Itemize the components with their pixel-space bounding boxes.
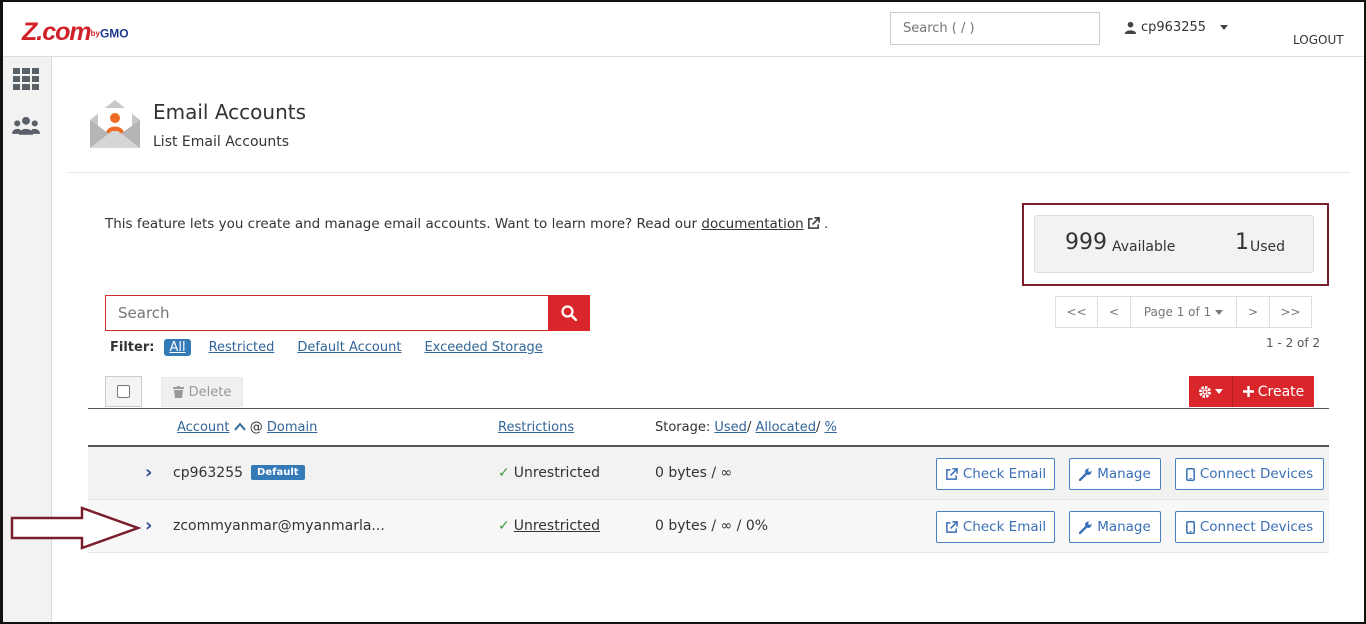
used-count: 1 (1235, 230, 1249, 255)
annotation-arrow-icon (10, 506, 142, 550)
sort-allocated-link[interactable]: Allocated (755, 420, 816, 435)
manage-button[interactable]: Manage (1069, 458, 1161, 490)
mobile-icon (1185, 467, 1195, 481)
column-header-storage: Storage: Used/ Allocated/ % (655, 420, 837, 435)
table-row: › zcommyanmar@myanmarla... ✓ Unrestricted… (88, 500, 1329, 553)
last-page-button[interactable]: >> (1269, 296, 1312, 328)
global-search-input[interactable] (890, 12, 1100, 45)
available-label: Available (1112, 239, 1176, 255)
check-email-button[interactable]: Check Email (936, 458, 1055, 490)
restriction-link[interactable]: Unrestricted (514, 518, 600, 534)
sort-up-icon[interactable] (233, 422, 246, 431)
page-subtitle: List Email Accounts (153, 134, 290, 150)
prev-page-button[interactable]: < (1097, 296, 1131, 328)
sort-restrictions-link[interactable]: Restrictions (498, 420, 574, 435)
email-accounts-icon (88, 98, 142, 150)
user-menu[interactable]: cp963255 (1124, 20, 1229, 35)
external-link-icon (945, 467, 958, 480)
expand-row-chevron-icon[interactable]: › (145, 462, 152, 483)
checkmark-icon: ✓ (498, 518, 510, 534)
column-header-account: Account @ Domain (177, 420, 318, 435)
storage-cell: 0 bytes / ∞ (655, 465, 733, 481)
page-select[interactable]: Page 1 of 1 (1130, 296, 1237, 328)
username-label: cp963255 (1141, 20, 1207, 35)
connect-devices-button[interactable]: Connect Devices (1175, 458, 1324, 490)
filter-restricted[interactable]: Restricted (209, 340, 275, 355)
sort-account-link[interactable]: Account (177, 420, 230, 435)
connect-devices-button[interactable]: Connect Devices (1175, 511, 1324, 543)
top-bar: Z.combyGMO cp963255 LOGOUT (0, 0, 1366, 57)
result-range: 1 - 2 of 2 (1266, 336, 1321, 350)
user-icon (1124, 21, 1137, 34)
column-header-restrictions: Restrictions (498, 420, 574, 435)
trash-icon (172, 386, 184, 398)
account-cell: cp963255 Default (173, 465, 305, 481)
brand-logo[interactable]: Z.combyGMO (22, 18, 129, 47)
gear-icon (1199, 385, 1211, 398)
checkbox (117, 385, 130, 398)
sort-used-link[interactable]: Used (714, 420, 747, 435)
settings-dropdown-button[interactable] (1189, 376, 1233, 407)
external-link-icon[interactable] (807, 217, 820, 230)
table-top-border (88, 408, 1329, 409)
checkmark-icon: ✓ (498, 465, 510, 481)
available-count: 999 (1065, 230, 1107, 255)
filter-all[interactable]: All (164, 339, 191, 356)
filter-default-account[interactable]: Default Account (297, 340, 401, 355)
search-input[interactable] (105, 295, 549, 331)
chevron-down-icon (1220, 25, 1229, 30)
page-select-label: Page 1 of 1 (1143, 305, 1212, 319)
account-stats: 999 Available 1 Used (1034, 215, 1314, 273)
account-search (105, 295, 590, 331)
filter-bar: Filter: All Restricted Default Account E… (110, 339, 566, 356)
account-cell: zcommyanmar@myanmarla... (173, 518, 385, 534)
wrench-icon (1079, 520, 1092, 534)
next-page-button[interactable]: > (1236, 296, 1270, 328)
chevron-down-icon (1215, 309, 1224, 315)
select-all-checkbox[interactable] (105, 376, 142, 407)
table-row: › cp963255 Default ✓ Unrestricted 0 bytes … (88, 447, 1329, 500)
mobile-icon (1185, 520, 1195, 534)
restriction-cell: ✓ Unrestricted (498, 465, 601, 481)
sort-percent-link[interactable]: % (825, 420, 837, 435)
restriction-cell: ✓ Unrestricted (498, 518, 600, 534)
manage-button[interactable]: Manage (1069, 511, 1161, 543)
header-divider (68, 172, 1350, 173)
filter-exceeded-storage[interactable]: Exceeded Storage (424, 340, 542, 355)
storage-cell: 0 bytes / ∞ / 0% (655, 518, 769, 534)
delete-button[interactable]: Delete (161, 377, 243, 407)
page-title: Email Accounts (153, 100, 307, 124)
wrench-icon (1079, 467, 1092, 481)
search-icon (561, 305, 577, 321)
external-link-icon (945, 520, 958, 533)
apps-grid-icon[interactable] (12, 65, 40, 93)
intro-text: This feature lets you create and manage … (105, 216, 829, 232)
first-page-button[interactable]: << (1055, 296, 1098, 328)
plus-icon (1242, 386, 1254, 397)
create-button[interactable]: Create (1233, 376, 1314, 407)
sort-domain-link[interactable]: Domain (267, 420, 317, 435)
users-icon[interactable] (12, 112, 40, 140)
filter-label: Filter: (110, 340, 155, 355)
create-group: Create (1189, 376, 1314, 407)
documentation-link[interactable]: documentation (701, 216, 803, 232)
search-button[interactable] (548, 295, 590, 331)
logout-link[interactable]: LOGOUT (1293, 33, 1344, 47)
expand-row-chevron-icon[interactable]: › (145, 515, 152, 536)
pagination: << < Page 1 of 1 > >> (1055, 296, 1312, 328)
check-email-button[interactable]: Check Email (936, 511, 1055, 543)
default-badge: Default (251, 465, 305, 480)
chevron-down-icon (1215, 389, 1223, 394)
used-label: Used (1250, 239, 1286, 255)
